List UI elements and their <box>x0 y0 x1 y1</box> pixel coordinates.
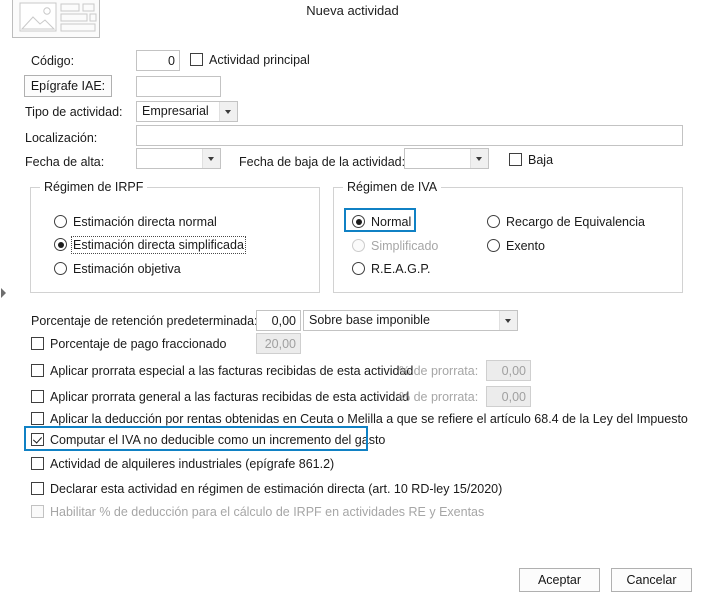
localizacion-input[interactable] <box>136 125 683 146</box>
radio-circle <box>487 239 500 252</box>
radio-label: Estimación directa simplificada <box>71 236 246 254</box>
chevron-right-icon[interactable] <box>0 287 8 299</box>
calendar-dropdown-icon[interactable] <box>202 149 220 168</box>
checkbox-box <box>31 457 44 470</box>
cancel-button[interactable]: Cancelar <box>611 568 692 592</box>
checkbox-box <box>31 433 44 446</box>
radio-label: Recargo de Equivalencia <box>506 215 645 229</box>
fecha-alta-datepicker[interactable] <box>136 148 221 169</box>
checkbox-label: Aplicar prorrata general a las facturas … <box>50 390 410 404</box>
radio-circle <box>54 215 67 228</box>
retencion-base-value: Sobre base imponible <box>309 313 430 327</box>
checkbox-label: Aplicar prorrata especial a las facturas… <box>50 364 414 378</box>
tipo-actividad-label: Tipo de actividad: <box>25 105 123 119</box>
checkbox-label: Actividad principal <box>209 53 310 67</box>
radio-circle <box>352 215 365 228</box>
radio-circle <box>487 215 500 228</box>
tipo-actividad-select[interactable]: Empresarial <box>136 101 238 122</box>
checkbox-box <box>31 364 44 377</box>
checkbox-box <box>31 390 44 403</box>
pago-fraccionado-input <box>256 333 301 354</box>
checkbox-label: Actividad de alquileres industriales (ep… <box>50 457 335 471</box>
radio-label: Estimación objetiva <box>73 262 181 276</box>
chevron-down-icon[interactable] <box>219 102 237 121</box>
checkbox-label: Computar el IVA no deducible como un inc… <box>50 433 386 447</box>
prorrata-especial-pct-input <box>486 360 531 381</box>
irpf-group-title: Régimen de IRPF <box>40 180 148 195</box>
checkbox-box <box>31 505 44 518</box>
tipo-actividad-value: Empresarial <box>142 104 209 118</box>
checkbox-box <box>509 153 522 166</box>
codigo-label: Código: <box>31 54 75 68</box>
calendar-dropdown-icon[interactable] <box>470 149 488 168</box>
prorrata-general-pct-input <box>486 386 531 407</box>
checkbox-label: Declarar esta actividad en régimen de es… <box>50 482 503 496</box>
accept-button[interactable]: Aceptar <box>519 568 600 592</box>
epigrafe-iae-button[interactable]: Epígrafe IAE: <box>24 75 112 97</box>
radio-circle <box>54 262 67 275</box>
retencion-label: Porcentaje de retención predeterminada: <box>31 314 258 328</box>
prorrata-especial-pct-label: % de prorrata: <box>399 364 479 378</box>
radio-label: R.E.A.G.P. <box>371 262 431 276</box>
epigrafe-iae-input[interactable] <box>136 76 221 97</box>
checkbox-label: Baja <box>528 153 554 167</box>
page-title: Nueva actividad <box>306 3 399 18</box>
retencion-input[interactable] <box>256 310 301 331</box>
radio-label: Exento <box>506 239 545 253</box>
radio-label: Estimación directa normal <box>73 215 217 229</box>
iva-group-title: Régimen de IVA <box>343 180 442 195</box>
checkbox-box <box>31 482 44 495</box>
checkbox-box <box>190 53 203 66</box>
fecha-alta-label: Fecha de alta: <box>25 155 105 169</box>
radio-circle <box>352 262 365 275</box>
chevron-down-icon[interactable] <box>499 311 517 330</box>
radio-circle <box>54 238 67 251</box>
localizacion-label: Localización: <box>25 131 98 145</box>
checkbox-label: Habilitar % de deducción para el cálculo… <box>50 505 485 519</box>
fecha-baja-datepicker[interactable] <box>404 148 489 169</box>
retencion-base-select[interactable]: Sobre base imponible <box>303 310 518 331</box>
codigo-input[interactable] <box>136 50 180 71</box>
checkbox-label: Aplicar la deducción por rentas obtenida… <box>50 412 688 426</box>
prorrata-general-pct-label: % de prorrata: <box>399 390 479 404</box>
radio-circle <box>352 239 365 252</box>
new-activity-dialog: Nueva actividad Código: Actividad princi… <box>0 0 705 597</box>
checkbox-box <box>31 412 44 425</box>
fecha-baja-label: Fecha de baja de la actividad: <box>239 155 406 169</box>
checkbox-box <box>31 337 44 350</box>
radio-label: Simplificado <box>371 239 439 253</box>
radio-label: Normal <box>371 215 412 229</box>
checkbox-label: Porcentaje de pago fraccionado <box>50 337 227 351</box>
